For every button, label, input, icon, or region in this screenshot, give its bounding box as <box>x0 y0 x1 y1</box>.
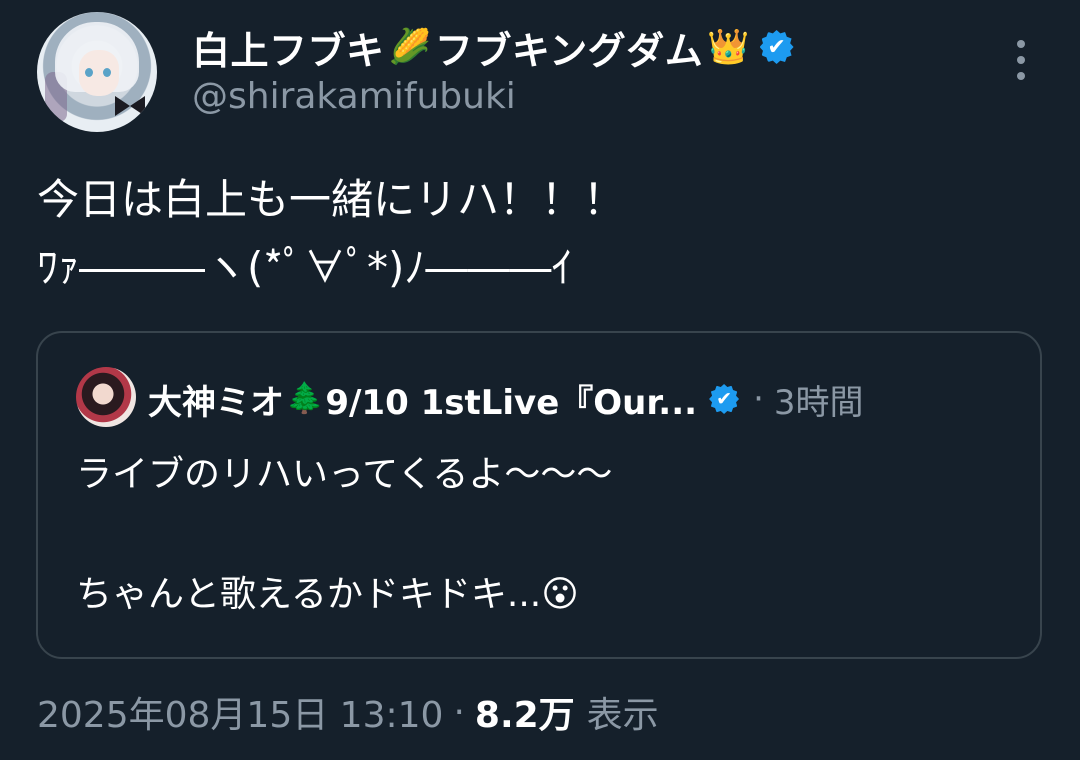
avatar-detail <box>103 68 111 77</box>
tweet-meta: 2025年08月15日 13:10 · 8.2万 表示 <box>37 686 659 738</box>
author-handle[interactable]: @shirakamifubuki <box>192 76 516 117</box>
separator-dot: · <box>753 379 764 419</box>
more-dot <box>1017 56 1025 64</box>
avatar-detail <box>85 68 93 77</box>
author-name-suffix: フブキングダム <box>434 28 704 73</box>
quoted-tweet-time[interactable]: 3時間 <box>774 375 864 424</box>
author-avatar[interactable] <box>37 12 157 132</box>
verified-badge-icon: ✔ <box>709 384 740 414</box>
quoted-author-row: 大神ミオ 🌲 9/10 1stLive『Our... ✔ · 3時間 <box>148 375 864 424</box>
quoted-tweet-card[interactable]: 大神ミオ 🌲 9/10 1stLive『Our... ✔ · 3時間 ライブのリ… <box>36 331 1042 659</box>
avatar-detail <box>115 96 145 116</box>
views-count: 8.2万 <box>474 695 575 736</box>
crown-emoji: 👑 <box>707 27 750 67</box>
views-label: 表示 <box>586 695 659 736</box>
quoted-author-avatar[interactable] <box>76 367 136 427</box>
quoted-author-name-suffix: 9/10 1stLive『Our... <box>325 382 698 423</box>
more-vertical-icon[interactable] <box>1006 40 1036 80</box>
tweet-timestamp[interactable]: 2025年08月15日 13:10 <box>37 686 443 738</box>
verified-badge-icon: ✔ <box>759 30 794 64</box>
corn-emoji: 🌽 <box>388 27 431 67</box>
quoted-author-name: 大神ミオ <box>148 382 284 423</box>
tweet-text: 今日は白上も一緒にリハ！！！ ﾜｧ―――ヽ(*ﾟ∀ﾟ*)ﾉ―――ｲ <box>37 175 626 292</box>
author-display-name: 白上フブキ <box>192 28 385 73</box>
separator-dot: · <box>453 691 465 733</box>
tree-emoji: 🌲 <box>286 381 324 416</box>
more-dot <box>1017 40 1025 48</box>
quoted-tweet-text: ライブのリハいってくるよ〜〜〜 ちゃんと歌えるかドキドキ...😮 <box>76 454 613 615</box>
more-dot <box>1017 72 1025 80</box>
author-name-row[interactable]: 白上フブキ 🌽 フブキングダム 👑 ✔ <box>192 22 794 73</box>
